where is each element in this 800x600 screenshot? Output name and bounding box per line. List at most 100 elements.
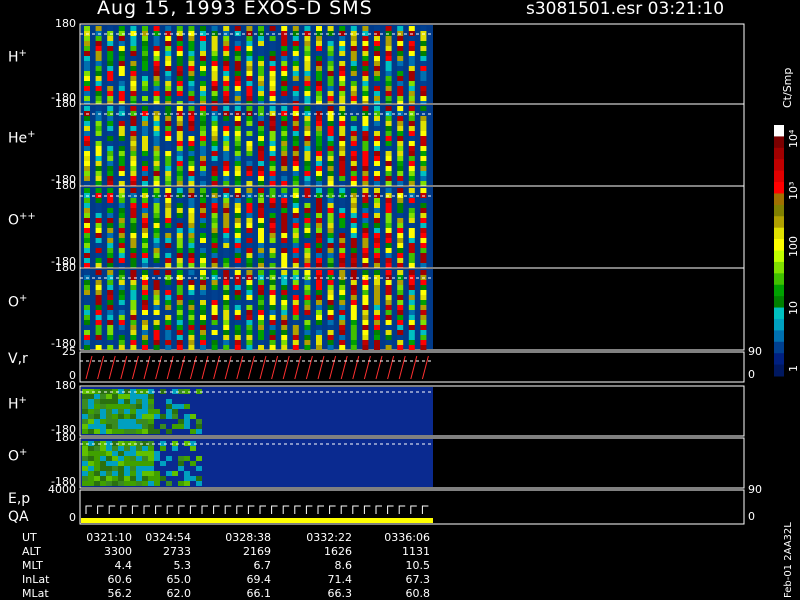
spectrogram-cell [292, 166, 299, 171]
spectrogram-cell [84, 46, 90, 51]
spectrogram-cell [397, 56, 404, 61]
spectrogram-cell [84, 345, 90, 350]
spectrogram-cell [350, 171, 357, 176]
spectrogram-cell [420, 126, 427, 131]
spectrogram-cell [339, 106, 346, 111]
spectrogram-cell [153, 146, 160, 151]
spectrogram-cell [339, 340, 346, 345]
spectrogram-cell [281, 295, 288, 300]
spectrogram-cell [211, 253, 218, 258]
spectrogram-cell [176, 106, 183, 111]
spectrogram-cell [84, 41, 90, 46]
spectrogram-cell [281, 203, 288, 208]
spectrogram-cell [142, 263, 148, 268]
spectrogram-cell [234, 208, 241, 213]
spectrogram-cell [130, 325, 137, 330]
spectrogram-cell [316, 285, 322, 290]
spectrogram-cell [362, 330, 369, 335]
spectrogram-cell [397, 248, 404, 253]
spectrogram-cell [327, 76, 334, 81]
spectrogram-cell [234, 26, 241, 31]
spectrogram-cell [176, 290, 183, 295]
spectrogram-cell [118, 345, 125, 350]
table-row-label: ALT [22, 545, 41, 558]
spectrogram-cell [258, 263, 264, 268]
spectrogram-cell [153, 188, 160, 193]
spectrogram-cell [107, 233, 114, 238]
spectrogram-cell [385, 66, 392, 71]
spectrogram-cell [223, 151, 230, 156]
spectrogram-cell [281, 290, 288, 295]
spectrogram-cell [118, 116, 125, 121]
pitch-cell [190, 414, 196, 419]
spectrogram-cell [153, 36, 160, 41]
spectrogram-cell [350, 156, 357, 161]
spectrogram-cell [408, 131, 415, 136]
spectrogram-cell [316, 76, 322, 81]
pitch-cell [160, 446, 166, 451]
spectrogram-cell [188, 156, 195, 161]
spectrogram-cell [362, 51, 369, 56]
spectrogram-cell [281, 233, 288, 238]
pitch-cell [190, 461, 196, 466]
spectrogram-cell [374, 295, 380, 300]
pitch-cell [154, 409, 160, 414]
table-cell: 60.8 [405, 587, 431, 600]
spectrogram-cell [327, 203, 334, 208]
pitch-cell [142, 404, 148, 409]
spectrogram-cell [327, 51, 334, 56]
spectrogram-cell [223, 345, 230, 350]
pitch-cell [130, 456, 136, 461]
spectrogram-cell [200, 325, 206, 330]
spectrogram-cell [339, 198, 346, 203]
spectrogram-cell [234, 86, 241, 91]
pitch-cell [196, 481, 202, 486]
spectrogram-cell [281, 315, 288, 320]
table-cell: 71.4 [327, 573, 353, 586]
spectrogram-cell [188, 188, 195, 193]
spectrogram-cell [200, 166, 206, 171]
pitch-cell [118, 414, 124, 419]
spectrogram-cell [142, 300, 148, 305]
spectrogram-cell [327, 280, 334, 285]
spectrogram-cell [118, 51, 125, 56]
pitch-cell [130, 409, 136, 414]
spectrogram-cell [246, 71, 253, 76]
spectrogram-cell [420, 96, 427, 101]
spectrogram-cell [327, 228, 334, 233]
spectrogram-cell [327, 253, 334, 258]
spectrogram-cell [385, 340, 392, 345]
spectrogram-cell [188, 166, 195, 171]
pitch-cell [88, 414, 94, 419]
spectrogram-cell [95, 345, 102, 350]
spectrogram-cell [374, 188, 380, 193]
spectrogram-cell [362, 66, 369, 71]
y-tick-top: 4000 [48, 483, 76, 496]
pitch-cell [88, 399, 94, 404]
spectrogram-cell [118, 295, 125, 300]
spectrogram-cell [118, 86, 125, 91]
spectrogram-cell [84, 166, 90, 171]
spectrogram-cell [385, 51, 392, 56]
spectrogram-cell [339, 315, 346, 320]
spectrogram-cell [327, 176, 334, 181]
spectrogram-cell [281, 228, 288, 233]
spectrogram-cell [84, 181, 90, 186]
spectrogram-cell [142, 96, 148, 101]
spectrogram-cell [223, 71, 230, 76]
spectrogram-cell [223, 46, 230, 51]
spectrogram-cell [130, 238, 137, 243]
spectrogram-cell [118, 61, 125, 66]
spectrogram-cell [246, 325, 253, 330]
spectrogram-cell [258, 305, 264, 310]
spectrogram-cell [223, 76, 230, 81]
spectrogram-cell [234, 136, 241, 141]
pitch-cell [178, 466, 184, 471]
spectrogram-cell [107, 188, 114, 193]
spectrogram-cell [339, 121, 346, 126]
spectrogram-cell [281, 330, 288, 335]
spectrogram-cell [200, 330, 206, 335]
spectrogram-cell [107, 171, 114, 176]
spectrogram-cell [258, 51, 264, 56]
spectrogram-cell [142, 295, 148, 300]
